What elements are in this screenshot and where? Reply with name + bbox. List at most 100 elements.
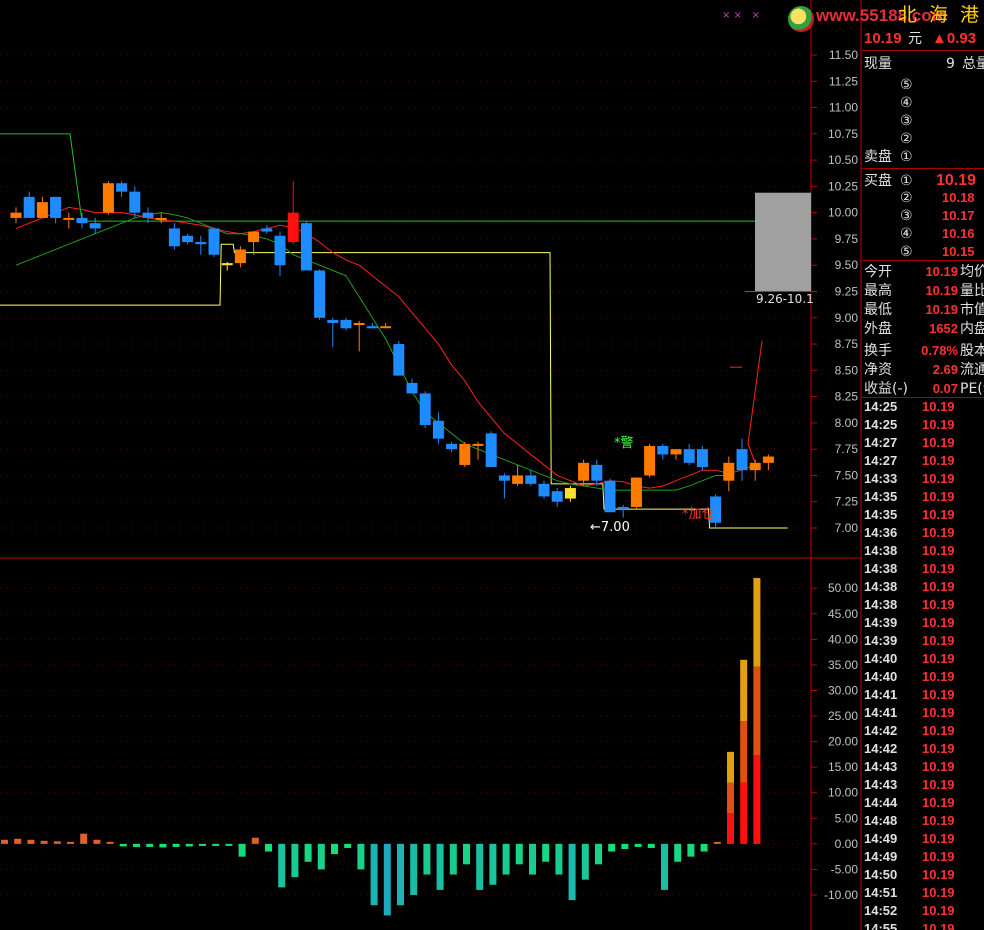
indicator-bar [344,843,352,848]
tick-price: 10.19 [922,489,955,504]
candle [406,378,418,394]
stat-right-label: 均价 [960,264,984,280]
resistance-line [0,133,762,222]
bid-level-row: ③ 10.17 [862,207,984,225]
bid-price: 10.18 [942,190,975,205]
tick-row: 14:36 10.19 [862,524,984,542]
tick-row: 14:52 10.19 [862,902,984,920]
tick-time: 14:38 [864,597,898,612]
tick-row: 14:38 10.19 [862,596,984,614]
candle [670,449,682,460]
price-tick-label: 9.25 [835,285,859,299]
candle [261,225,273,234]
tick-time: 14:25 [864,417,898,432]
volume-value: 9 [946,56,955,72]
indicator-bar [727,782,734,814]
candle-body [564,488,576,499]
candle-body [630,477,642,507]
indicator-bar [581,843,589,880]
price-tick-label: 9.75 [835,232,859,246]
indicator-bar [370,843,378,906]
indicator-tick-label: 30.00 [828,683,858,697]
candle-body [591,464,603,481]
stat-value: 10.19 [925,302,958,317]
candle-body [10,212,22,218]
indicator-bar [238,843,246,857]
price-row: 10.19 元 ▲0.93 [862,30,984,48]
indicator-bar [436,843,444,890]
bid-level-index: ① [900,173,913,189]
bid-price: 10.19 [936,172,977,189]
candle-body [221,263,233,266]
last-price: 10.19 [864,30,902,47]
bid-price: 10.15 [942,244,975,259]
tick-time: 14:27 [864,435,898,450]
indicator-bar [555,843,563,875]
candle-body [485,433,497,468]
volume-label: 现量 [864,56,892,72]
candle [485,431,497,468]
title-row: 北 海 港 [862,0,984,28]
indicator-bar [357,843,365,870]
indicator-bar [291,843,299,878]
indicator-bar [40,840,48,844]
candle [446,441,458,453]
tick-time: 14:41 [864,705,898,720]
candle-body [89,223,101,229]
stat-right-label: 量比 [960,283,984,299]
price-tick-label: 9.00 [835,311,859,325]
indicator-tick-label: 40.00 [828,632,858,646]
stock-name: 北 海 港 [897,4,982,26]
tick-price: 10.19 [922,453,955,468]
stat-label: 最低 [864,302,892,318]
indicator-bar [542,843,550,862]
indicator-bar [727,751,734,783]
tick-time: 14:35 [864,489,898,504]
candle-body [604,480,616,513]
tick-price: 10.19 [922,579,955,594]
tick-price: 10.19 [922,705,955,720]
candle [155,212,167,224]
add-position-label: *加仓 [682,507,715,522]
indicator-bar [410,843,418,895]
candle [208,227,220,257]
candle [393,340,405,376]
tick-row: 14:44 10.19 [862,794,984,812]
candle-body [446,443,458,450]
stat-label: 最高 [864,283,892,299]
candle [630,477,642,510]
indicator-tick-label: 25.00 [828,709,858,723]
stat-value: 10.19 [925,264,958,279]
candle [168,223,180,250]
tick-price: 10.19 [922,813,955,828]
tick-price: 10.19 [922,399,955,414]
tick-row: 14:25 10.19 [862,416,984,434]
divider [862,260,984,261]
kline-chart[interactable]: 11.50 11.25 11.00 10.75 10.50 10.25 10.00 9.75 9… [0,0,984,930]
indicator-tick-label: -5.00 [831,862,859,876]
tick-price: 10.19 [922,687,955,702]
ask-level-index: ② [900,131,913,147]
bid-level-index: ④ [900,226,913,242]
candle [512,464,524,486]
tick-row: 14:49 10.19 [862,830,984,848]
tick-price: 10.19 [922,651,955,666]
candle-body [76,217,88,224]
candle-body [459,443,471,465]
candle [353,320,365,352]
stat-right-label: 流通 [960,362,984,378]
buy-label: 买盘 [864,173,892,189]
tick-time: 14:42 [864,741,898,756]
tick-price: 10.19 [922,597,955,612]
candle [762,454,774,471]
tick-row: 14:48 10.19 [862,812,984,830]
price-unit: 元 [908,31,922,47]
ask-level-row: 卖盘 ① [862,148,984,166]
indicator-bar [674,843,682,862]
candle-body [63,217,75,220]
tick-price: 10.19 [922,417,955,432]
tick-price: 10.19 [922,561,955,576]
indicator-axis: 50.00 45.00 40.00 35.00 30.00 25.00 20.00 15.00… [824,581,858,902]
indicator-bar [687,843,695,857]
tick-time: 14:43 [864,759,898,774]
